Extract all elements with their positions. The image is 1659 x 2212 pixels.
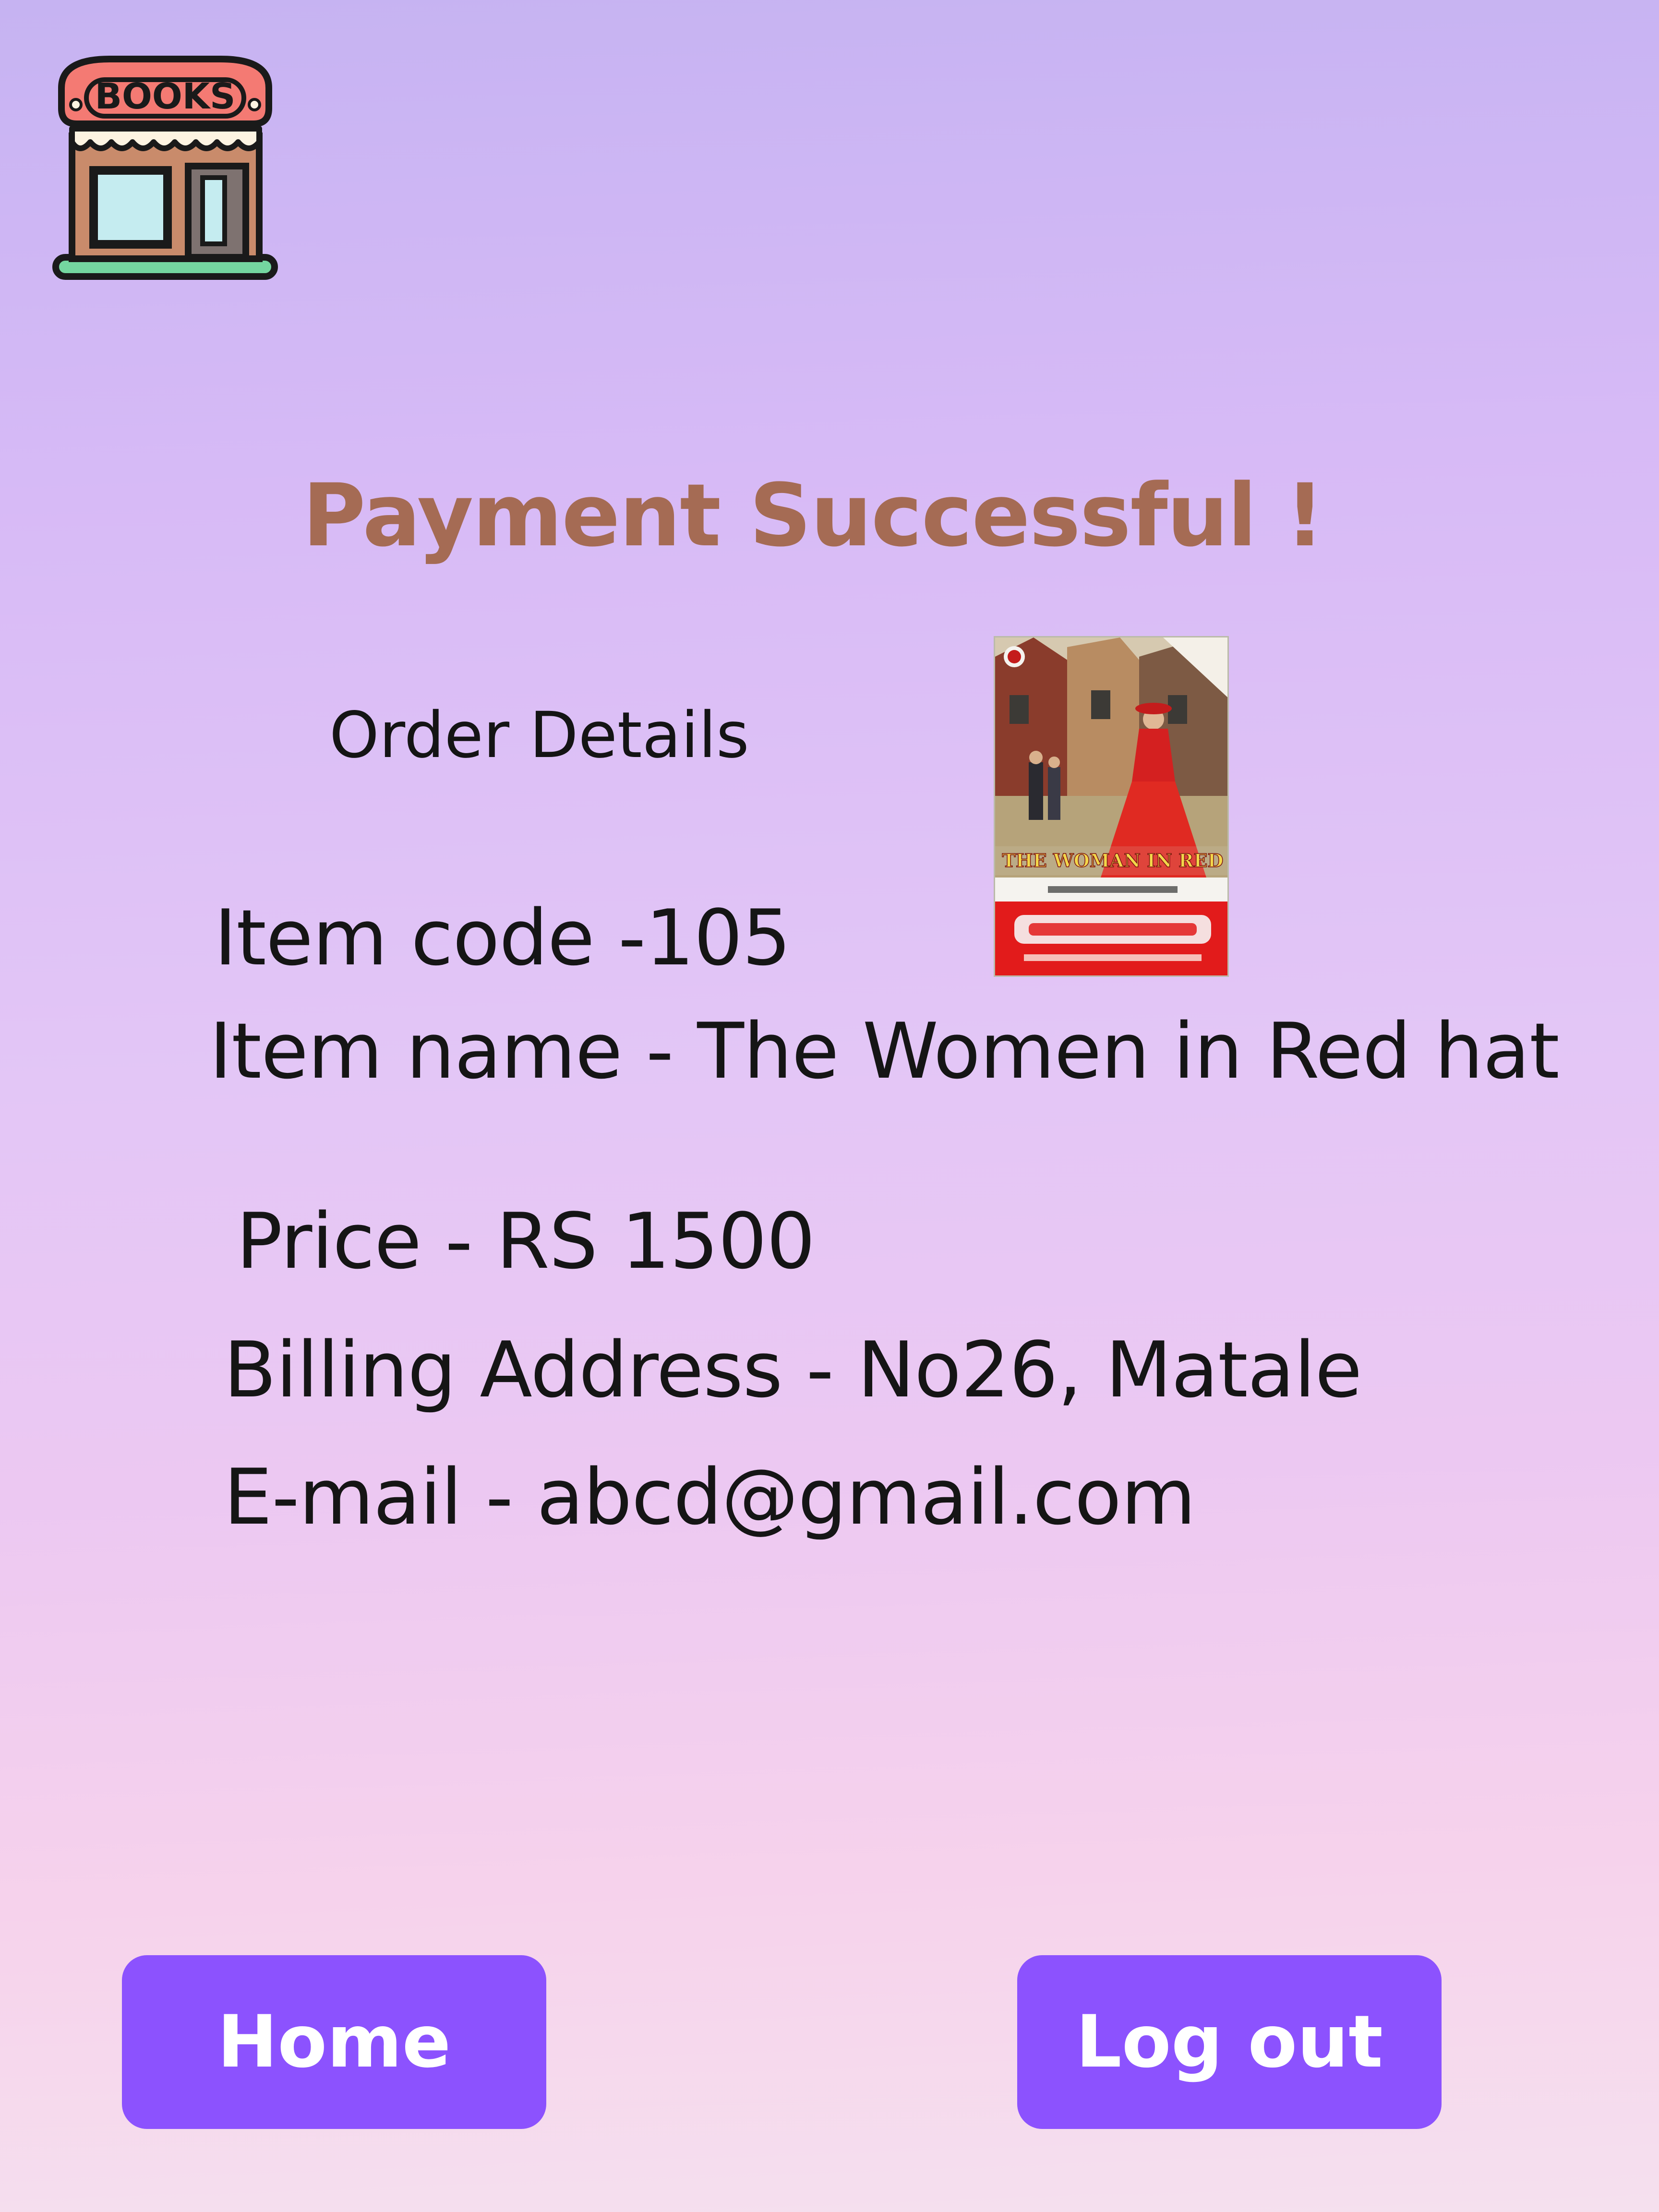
logout-button-label: Log out <box>1076 2000 1383 2084</box>
cover-title: THE WOMAN IN RED <box>1002 850 1224 871</box>
email-address: E-mail - abcd@gmail.com <box>224 1452 1196 1542</box>
page-title: Payment Successful ! <box>302 466 1324 566</box>
item-code: Item code -105 <box>214 893 791 983</box>
billing-address: Billing Address - No26, Matale <box>224 1325 1362 1415</box>
order-details-heading: Order Details <box>329 698 749 772</box>
home-button-label: Home <box>217 2000 451 2084</box>
bookstore-icon: BOOKS <box>52 56 278 280</box>
logout-button[interactable]: Log out <box>1017 1955 1442 2129</box>
item-name: Item name - The Women in Red hat <box>209 1006 1560 1096</box>
book-cover-image: THE WOMAN IN RED <box>994 636 1229 977</box>
logo-sign-text: BOOKS <box>95 76 236 117</box>
item-price: Price - RS 1500 <box>236 1196 816 1286</box>
bookstore-logo: BOOKS <box>52 52 278 282</box>
home-button[interactable]: Home <box>122 1955 546 2129</box>
